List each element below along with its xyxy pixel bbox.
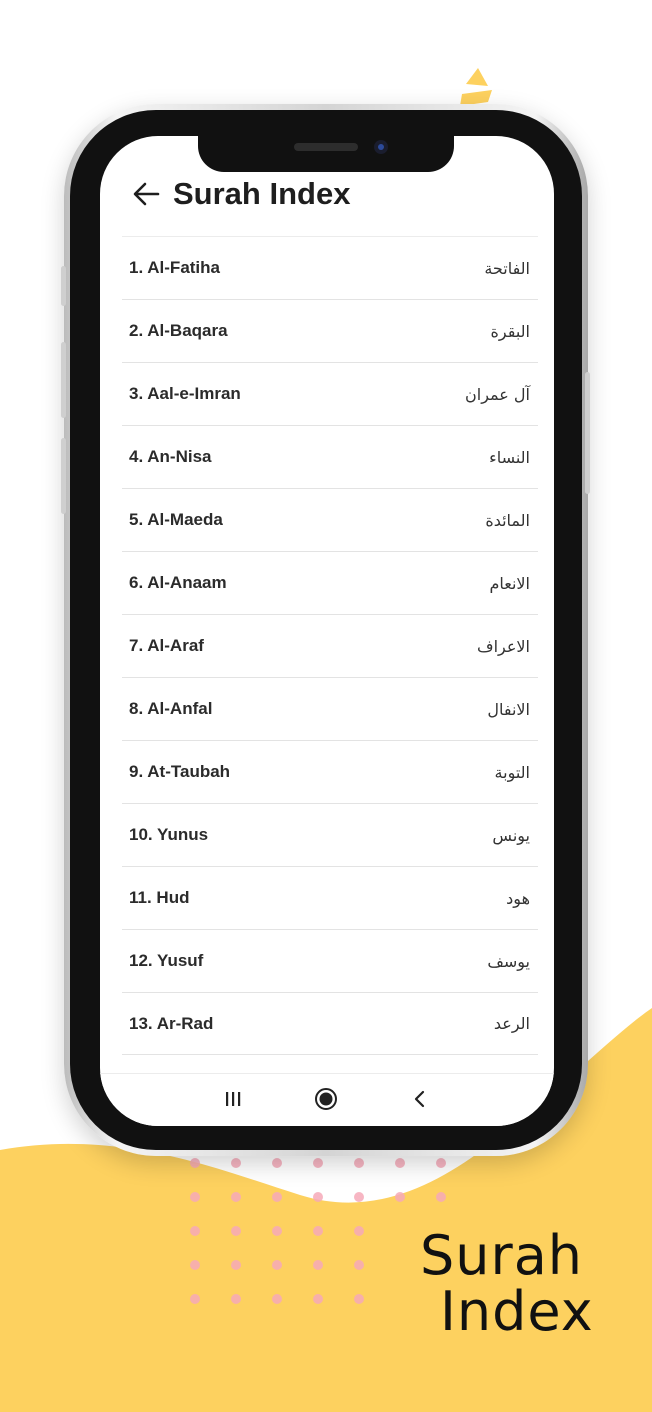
- surah-name-arabic: آل عمران: [465, 384, 530, 404]
- promo-title-line2: Index: [440, 1280, 594, 1343]
- decorative-dot: [231, 1260, 241, 1270]
- surah-name-english: 6. Al-Anaam: [129, 573, 227, 592]
- system-navbar: [100, 1073, 554, 1126]
- decorative-dot: [313, 1294, 323, 1304]
- decorative-dot: [354, 1226, 364, 1236]
- surah-list-item[interactable]: 12. Yusuf يوسف: [122, 929, 538, 992]
- app-header: Surah Index: [100, 174, 554, 218]
- surah-list-item[interactable]: 4. An-Nisa النساء: [122, 425, 538, 488]
- surah-name-arabic: الانعام: [489, 573, 530, 593]
- power-button: [585, 372, 590, 494]
- surah-list-item[interactable]: 13. Ar-Rad الرعد: [122, 992, 538, 1055]
- decorative-dot: [313, 1260, 323, 1270]
- surah-list: 1. Al-Fatiha الفاتحة 2. Al-Baqara البقرة 3. …: [120, 236, 538, 1055]
- surah-name-english: 7. Al-Araf: [129, 636, 204, 655]
- decorative-dot: [436, 1192, 446, 1202]
- surah-name-english: 1. Al-Fatiha: [129, 258, 220, 277]
- decorative-dot: [231, 1226, 241, 1236]
- surah-name-arabic: البقرة: [490, 321, 530, 341]
- decorative-dot: [231, 1294, 241, 1304]
- chevron-left-icon[interactable]: [405, 1084, 435, 1114]
- decorative-dot: [272, 1294, 282, 1304]
- surah-name-arabic: المائدة: [485, 510, 530, 530]
- surah-list-item[interactable]: 1. Al-Fatiha الفاتحة: [122, 236, 538, 299]
- surah-name-english: 2. Al-Baqara: [129, 321, 228, 340]
- promo-title-line1: Surah: [420, 1224, 584, 1287]
- decorative-dot: [231, 1192, 241, 1202]
- phone-screen: Surah Index 1. Al-Fatiha الفاتحة 2. Al-Baq…: [100, 136, 554, 1126]
- decorative-dot: [313, 1158, 323, 1168]
- surah-name-arabic: الفاتحة: [484, 258, 530, 278]
- surah-name-english: 8. Al-Anfal: [129, 699, 213, 718]
- arrow-left-icon[interactable]: [130, 178, 162, 210]
- surah-list-item[interactable]: 8. Al-Anfal الانفال: [122, 677, 538, 740]
- decorative-dot: [272, 1226, 282, 1236]
- surah-name-english: 12. Yusuf: [129, 951, 204, 970]
- volume-down-button: [61, 438, 66, 514]
- surah-name-english: 10. Yunus: [129, 825, 209, 844]
- decorative-dot: [190, 1226, 200, 1236]
- decorative-dot: [313, 1226, 323, 1236]
- surah-name-arabic: هود: [506, 888, 530, 908]
- surah-list-item[interactable]: 5. Al-Maeda المائدة: [122, 488, 538, 551]
- promo-title: Surah Index: [420, 1224, 594, 1343]
- decorative-dot: [354, 1260, 364, 1270]
- decorative-dot: [190, 1158, 200, 1168]
- decorative-dot: [190, 1294, 200, 1304]
- recent-apps-icon[interactable]: [218, 1084, 248, 1114]
- surah-name-arabic: الانفال: [487, 699, 530, 719]
- decorative-dot: [272, 1192, 282, 1202]
- mute-switch: [61, 266, 66, 306]
- decorative-dot: [231, 1158, 241, 1168]
- decorative-dot: [436, 1158, 446, 1168]
- decorative-dot: [354, 1192, 364, 1202]
- decorative-dot: [354, 1294, 364, 1304]
- surah-list-item[interactable]: 3. Aal-e-Imran آل عمران: [122, 362, 538, 425]
- surah-name-arabic: الاعراف: [477, 636, 530, 656]
- decorative-dot: [272, 1158, 282, 1168]
- decorative-dot: [190, 1260, 200, 1270]
- speaker-grill: [294, 143, 358, 151]
- surah-name-english: 5. Al-Maeda: [129, 510, 223, 529]
- surah-name-arabic: الرعد: [493, 1014, 530, 1033]
- decorative-dot: [395, 1158, 405, 1168]
- surah-name-english: 11. Hud: [129, 888, 190, 907]
- surah-list-item[interactable]: 11. Hud هود: [122, 866, 538, 929]
- surah-name-arabic: يوسف: [487, 951, 530, 971]
- surah-name-english: 9. At-Taubah: [129, 762, 231, 781]
- decorative-dot: [395, 1192, 405, 1202]
- surah-list-item[interactable]: 2. Al-Baqara البقرة: [122, 299, 538, 362]
- surah-list-item[interactable]: 9. At-Taubah التوبة: [122, 740, 538, 803]
- decorative-dot: [313, 1192, 323, 1202]
- surah-list-item[interactable]: 7. Al-Araf الاعراف: [122, 614, 538, 677]
- home-circle-icon[interactable]: [311, 1084, 341, 1114]
- decorative-dot: [190, 1192, 200, 1202]
- page-title: Surah Index: [173, 176, 351, 211]
- surah-name-arabic: يونس: [492, 825, 530, 845]
- surah-name-english: 4. An-Nisa: [129, 447, 212, 466]
- surah-name-arabic: النساء: [489, 447, 530, 467]
- front-camera-icon: [374, 140, 388, 154]
- surah-name-english: 13. Ar-Rad: [129, 1013, 214, 1033]
- surah-name-arabic: التوبة: [494, 762, 530, 782]
- surah-list-item[interactable]: 6. Al-Anaam الانعام: [122, 551, 538, 614]
- surah-list-item[interactable]: 10. Yunus يونس: [122, 803, 538, 866]
- decorative-dot: [272, 1260, 282, 1270]
- surah-name-english: 3. Aal-e-Imran: [129, 384, 241, 403]
- decorative-dot: [354, 1158, 364, 1168]
- volume-up-button: [61, 342, 66, 418]
